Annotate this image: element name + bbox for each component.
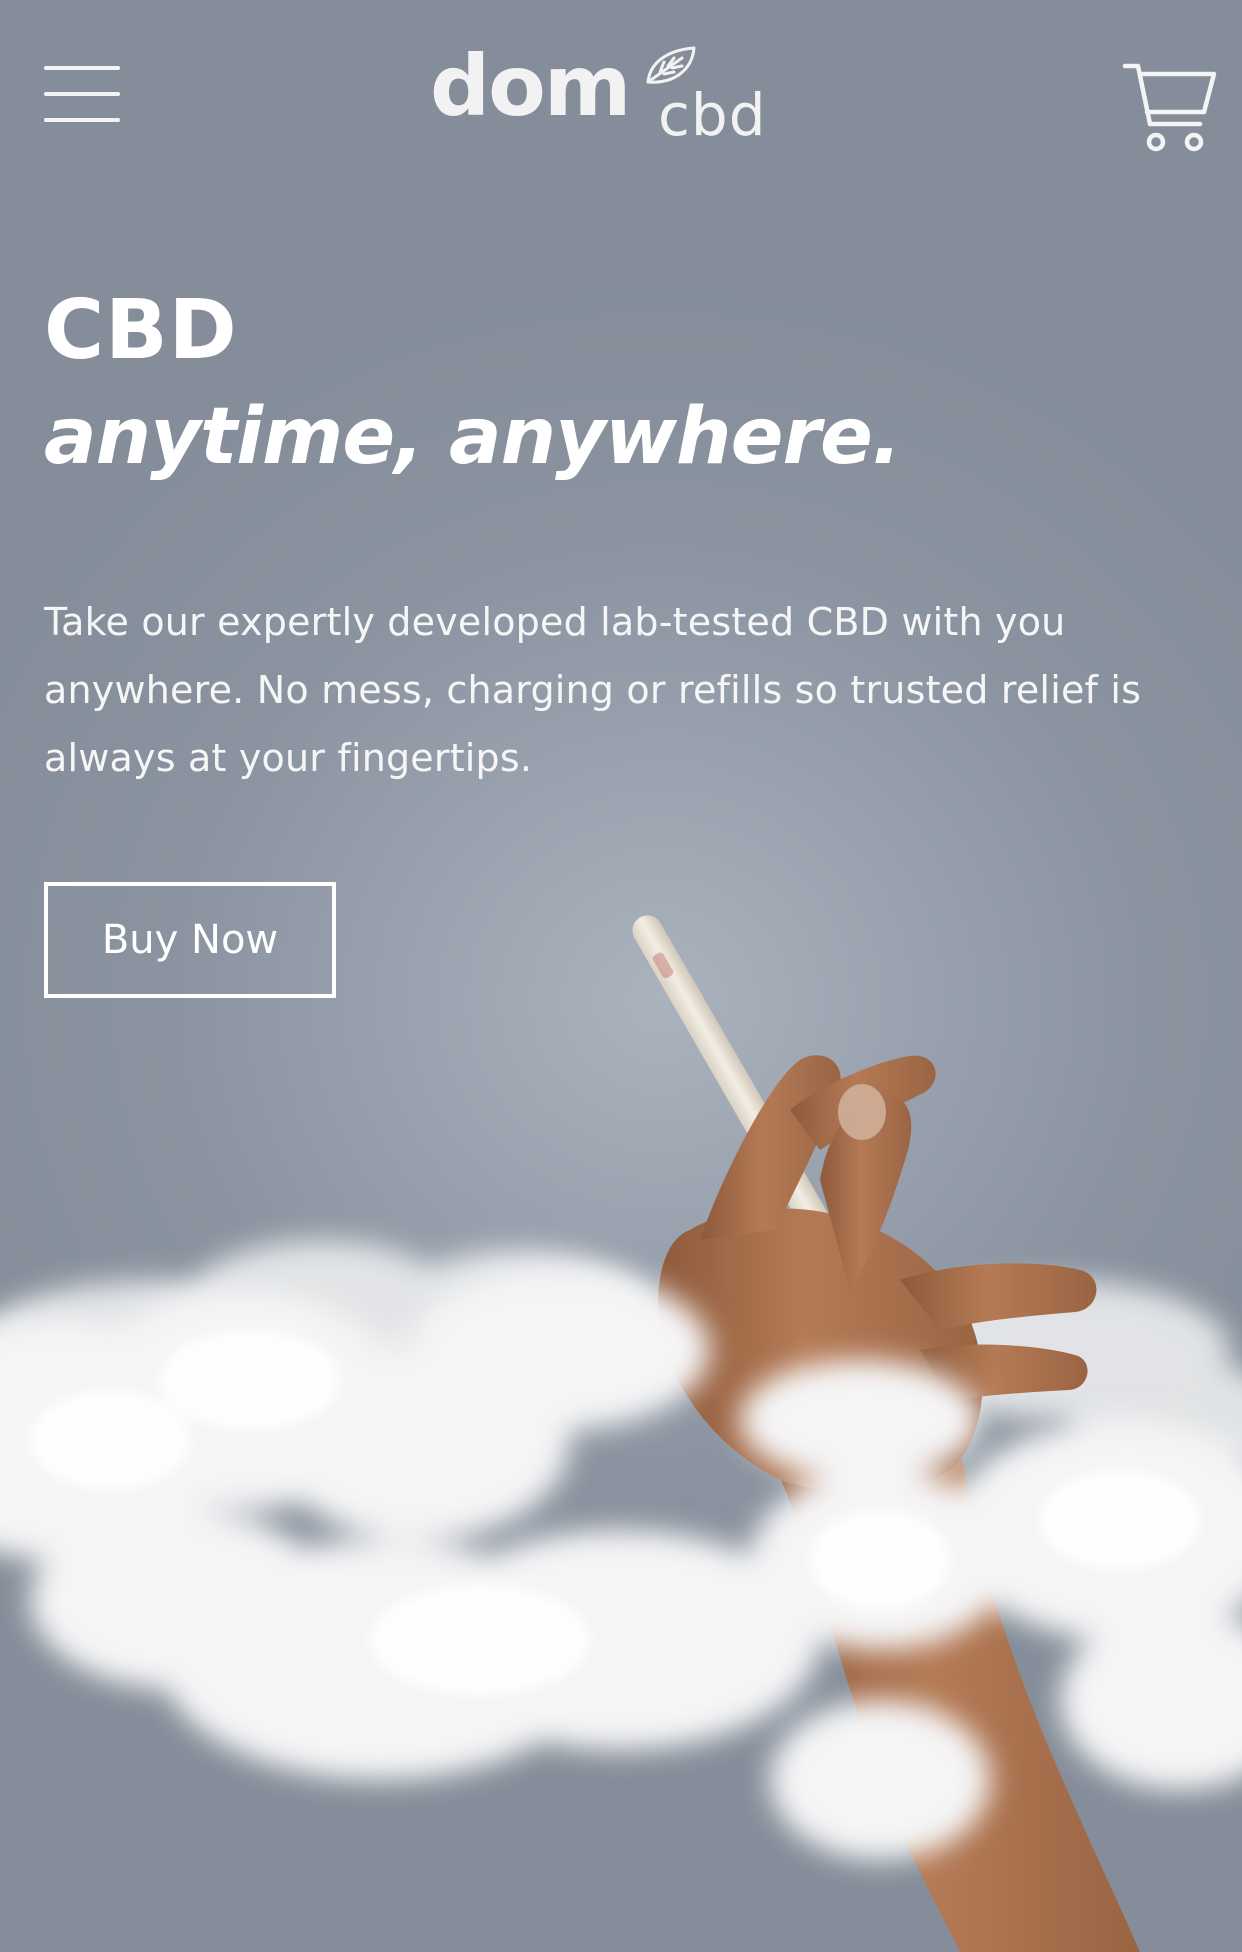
- hero-page: dom cbd CBD anytime, anywhere. Take our …: [0, 0, 1242, 1952]
- cart-button[interactable]: [1122, 62, 1218, 156]
- shopping-cart-icon: [1122, 63, 1217, 152]
- hero-product-image: [0, 915, 1242, 1952]
- menu-button[interactable]: [44, 62, 122, 128]
- logo-wordmark-sub: cbd: [658, 81, 767, 149]
- hero-description: Take our expertly developed lab-tested C…: [44, 600, 1142, 780]
- hero-title: CBD: [44, 283, 238, 378]
- thumbnail: [838, 1084, 886, 1140]
- hero-subtitle: anytime, anywhere.: [44, 392, 901, 482]
- logo-wordmark-main: dom: [430, 37, 631, 135]
- brand-logo[interactable]: dom cbd: [430, 44, 790, 154]
